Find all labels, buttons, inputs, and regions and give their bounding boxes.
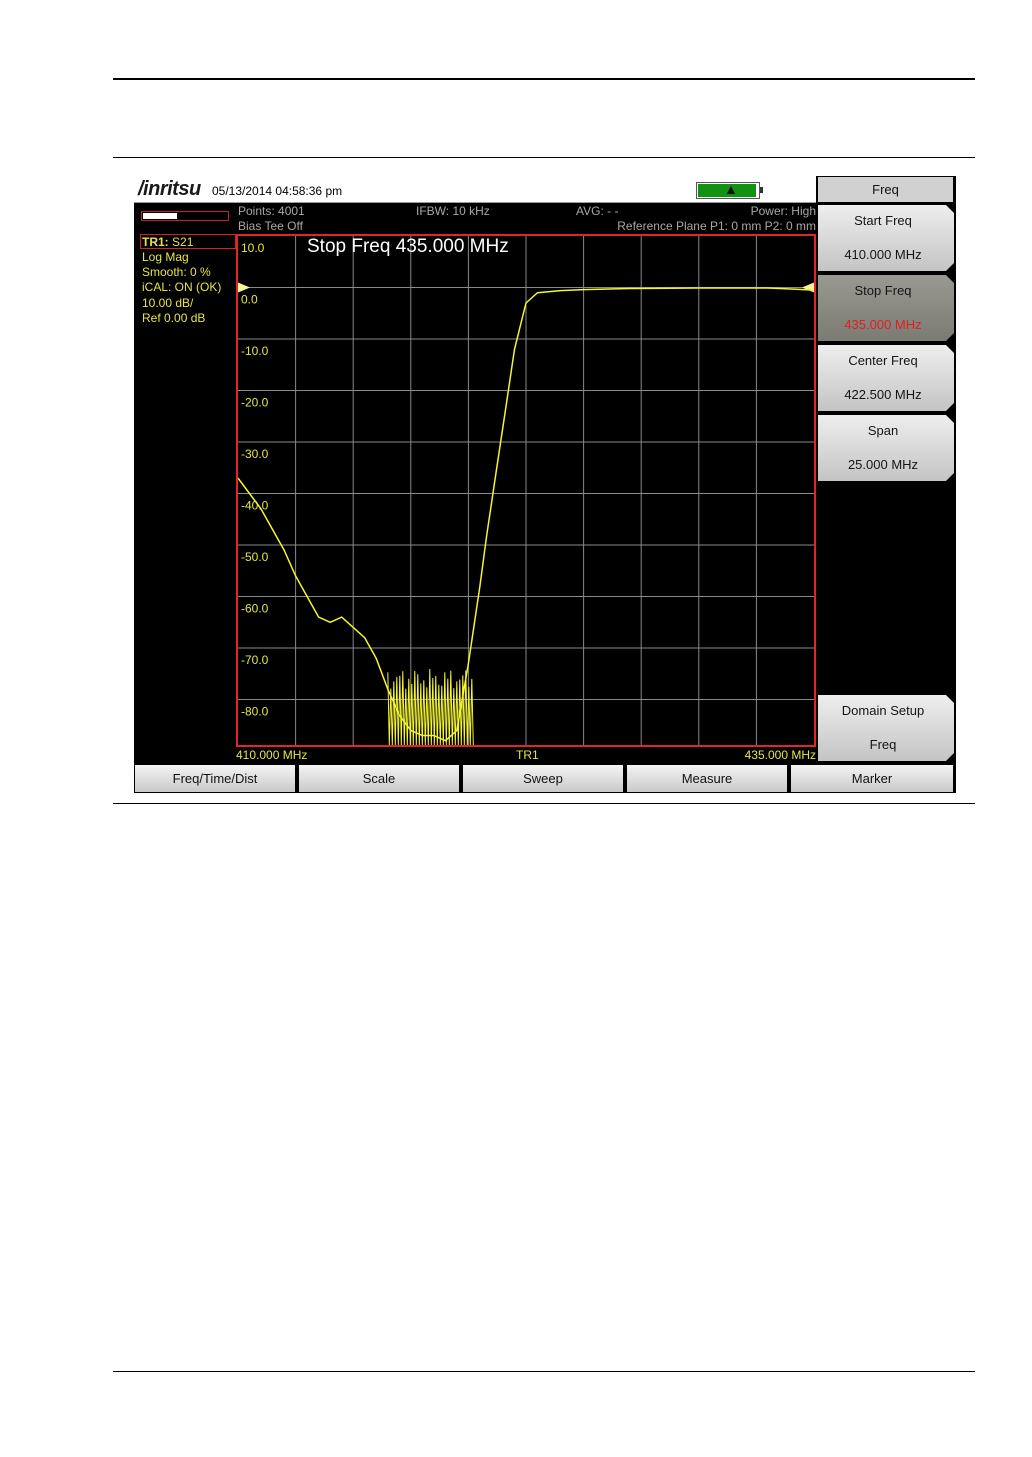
trace-plot: 10.0 0.0 -10.0 -20.0 -30.0 -40.0 -50.0 -60.0 -70…: [236, 234, 816, 747]
sweep-progress-bar: [141, 211, 229, 221]
reference-level: Ref 0.00 dB: [142, 311, 206, 325]
trace-id: TR1: S21: [142, 235, 194, 249]
ifbw-readout: IFBW: 10 kHz: [416, 204, 490, 218]
reference-marker-left-icon: [238, 282, 250, 293]
y-tick-label: 0.0: [241, 293, 258, 307]
span-key[interactable]: Span 25.000 MHz: [818, 415, 954, 481]
top-rule: [113, 78, 975, 80]
menu-freq-time-dist[interactable]: Freq/Time/Dist: [135, 765, 295, 792]
start-freq-key-label: Start Freq: [854, 213, 912, 228]
trace-format: Log Mag: [142, 250, 189, 264]
softkey-menu-title: Freq: [818, 177, 953, 202]
y-tick-label: -20.0: [241, 396, 269, 410]
footer-rule: [113, 1371, 975, 1372]
domain-setup-key-label: Domain Setup: [841, 703, 925, 718]
domain-setup-key-value: Freq: [869, 737, 897, 752]
start-freq-key[interactable]: Start Freq 410.000 MHz: [818, 205, 954, 271]
avg-readout: AVG: - -: [576, 204, 619, 218]
figure-top-rule: [113, 157, 975, 158]
ical-status: iCAL: ON (OK): [142, 280, 222, 294]
reference-marker-right-icon: [802, 282, 814, 293]
active-parameter-readout: Stop Freq 435.000 MHz: [307, 236, 509, 257]
center-freq-key[interactable]: Center Freq 422.500 MHz: [818, 345, 954, 411]
menu-measure[interactable]: Measure: [627, 765, 787, 792]
power-readout: Power: High: [750, 204, 816, 218]
menu-marker[interactable]: Marker: [791, 765, 953, 792]
instrument-screen: /inritsu 05/13/2014 04:58:36 pm ▲ Points…: [134, 176, 956, 793]
stop-freq-key-value: 435.000 MHz: [844, 317, 922, 332]
date-time: 05/13/2014 04:58:36 pm: [212, 184, 343, 198]
points-readout: Points: 4001: [238, 204, 305, 218]
span-key-value: 25.000 MHz: [847, 457, 919, 472]
start-freq-key-value: 410.000 MHz: [844, 247, 922, 262]
brand-logo: /inritsu: [138, 178, 201, 200]
domain-setup-key[interactable]: Domain Setup Freq: [818, 695, 954, 761]
y-tick-label: -10.0: [241, 344, 269, 358]
scale-per-div: 10.00 dB/: [142, 296, 194, 310]
trace-graph: 10.00.0-10.0-20.0-30.0-40.0-50.0-60.0-70…: [238, 236, 814, 745]
battery-icon: ▲: [696, 181, 760, 199]
y-tick-label: -60.0: [241, 602, 269, 616]
plug-icon: ▲: [724, 181, 738, 197]
trace-noise-floor: [387, 668, 474, 745]
span-key-label: Span: [867, 423, 899, 438]
center-freq-key-value: 422.500 MHz: [844, 387, 922, 402]
figure-bottom-rule: [113, 803, 975, 804]
menu-scale[interactable]: Scale: [299, 765, 459, 792]
bias-tee-readout: Bias Tee Off: [238, 219, 303, 233]
smoothing-readout: Smooth: 0 %: [142, 265, 211, 279]
y-tick-label: -30.0: [241, 447, 269, 461]
soft-key-panel: Freq Start Freq 410.000 MHz Stop Freq 43…: [816, 176, 956, 793]
reference-plane-readout: Reference Plane P1: 0 mm P2: 0 mm: [617, 219, 816, 233]
y-tick-label: -80.0: [241, 705, 269, 719]
menu-sweep[interactable]: Sweep: [463, 765, 623, 792]
center-freq-key-label: Center Freq: [848, 353, 918, 368]
y-tick-label: 10.0: [241, 241, 265, 255]
battery-tip: [760, 187, 763, 193]
stop-freq-key[interactable]: Stop Freq 435.000 MHz: [818, 275, 954, 341]
y-tick-label: -70.0: [241, 653, 269, 667]
stop-frequency-label: 435.000 MHz: [744, 748, 816, 762]
y-tick-label: -50.0: [241, 550, 269, 564]
trace-label: TR1: [516, 748, 539, 762]
title-bar: /inritsu 05/13/2014 04:58:36 pm ▲: [134, 176, 816, 203]
start-frequency-label: 410.000 MHz: [236, 748, 308, 762]
stop-freq-key-label: Stop Freq: [854, 283, 912, 298]
